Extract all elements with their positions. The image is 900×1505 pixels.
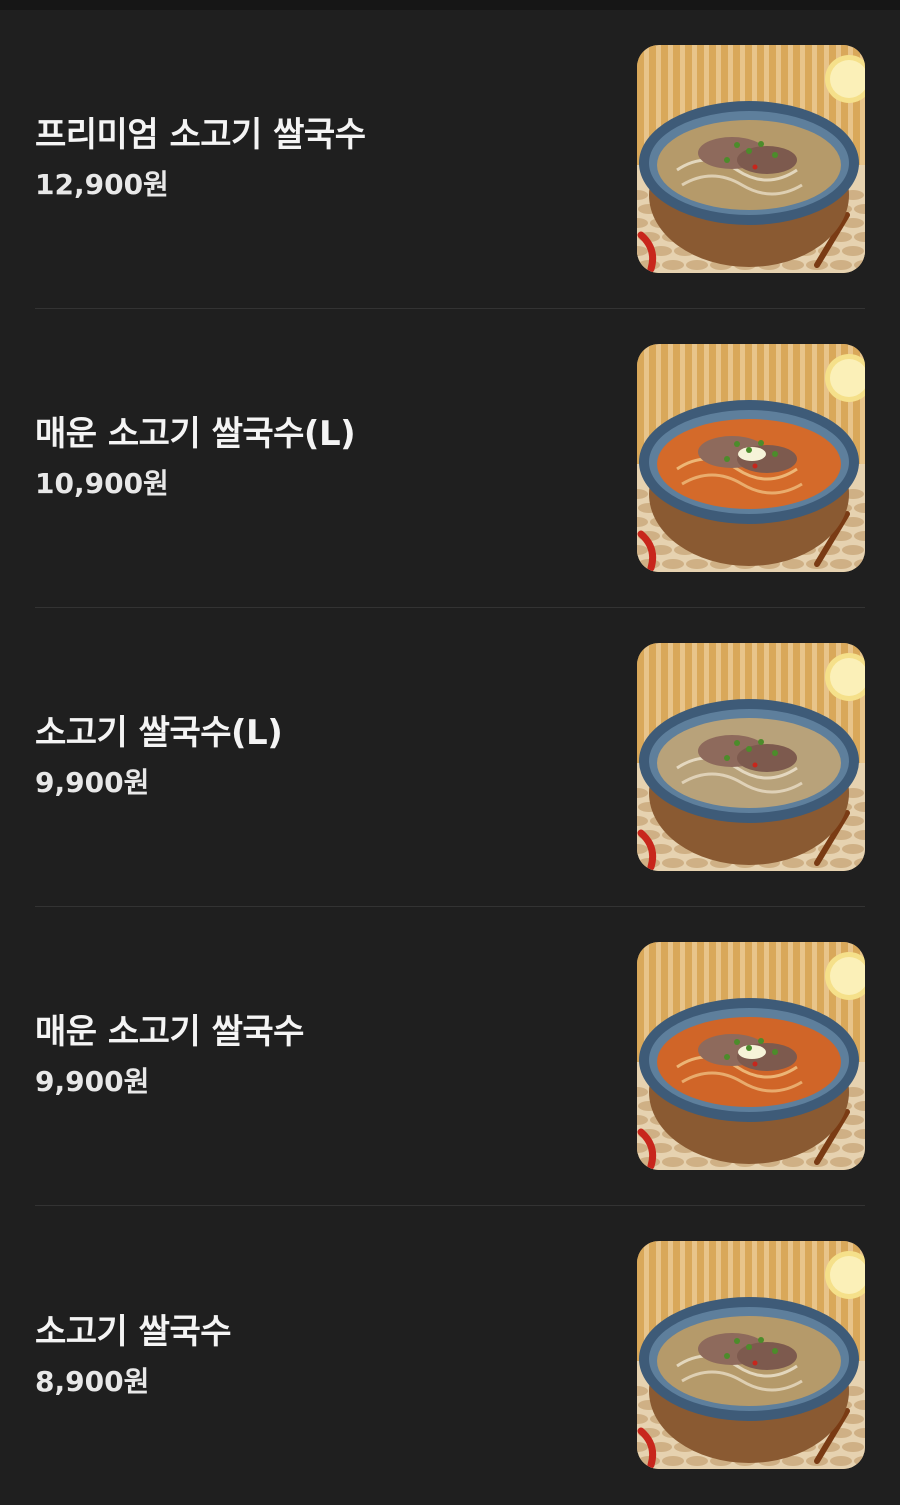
menu-item-price: 8,900원 <box>35 1364 150 1398</box>
menu-item-text: 소고기 쌀국수 8,900원 <box>35 1206 232 1505</box>
menu-item[interactable]: 프리미엄 소고기 쌀국수 12,900원 <box>35 10 865 309</box>
menu-item-name: 매운 소고기 쌀국수(L) <box>35 414 356 454</box>
menu-item-text: 매운 소고기 쌀국수(L) 10,900원 <box>35 309 356 607</box>
menu-item[interactable]: 소고기 쌀국수(L) 9,900원 <box>35 608 865 907</box>
menu-item[interactable]: 매운 소고기 쌀국수(L) 10,900원 <box>35 309 865 608</box>
menu-item-text: 소고기 쌀국수(L) 9,900원 <box>35 608 283 906</box>
menu-item-name: 매운 소고기 쌀국수 <box>35 1012 304 1052</box>
menu-item[interactable]: 매운 소고기 쌀국수 9,900원 <box>35 907 865 1206</box>
menu-item[interactable]: 소고기 쌀국수 8,900원 <box>35 1206 865 1505</box>
menu-item-name: 소고기 쌀국수(L) <box>35 713 283 753</box>
menu-item-price: 9,900원 <box>35 766 150 799</box>
status-bar <box>0 0 900 10</box>
menu-list: 프리미엄 소고기 쌀국수 12,900원 매운 소고기 쌀국수(L) 10,90… <box>0 10 900 1505</box>
menu-item-name: 소고기 쌀국수 <box>35 1311 232 1352</box>
menu-item-price: 12,900원 <box>35 168 169 201</box>
menu-item-price: 9,900원 <box>35 1065 150 1098</box>
pho-bowl-image[interactable] <box>637 45 865 273</box>
menu-item-price: 10,900원 <box>35 467 169 500</box>
pho-bowl-image[interactable] <box>637 942 865 1170</box>
pho-bowl-image[interactable] <box>637 1241 865 1469</box>
pho-bowl-image[interactable] <box>637 643 865 871</box>
menu-item-name: 프리미엄 소고기 쌀국수 <box>35 115 366 155</box>
menu-item-text: 매운 소고기 쌀국수 9,900원 <box>35 907 304 1205</box>
pho-bowl-image[interactable] <box>637 344 865 572</box>
menu-item-text: 프리미엄 소고기 쌀국수 12,900원 <box>35 10 366 308</box>
